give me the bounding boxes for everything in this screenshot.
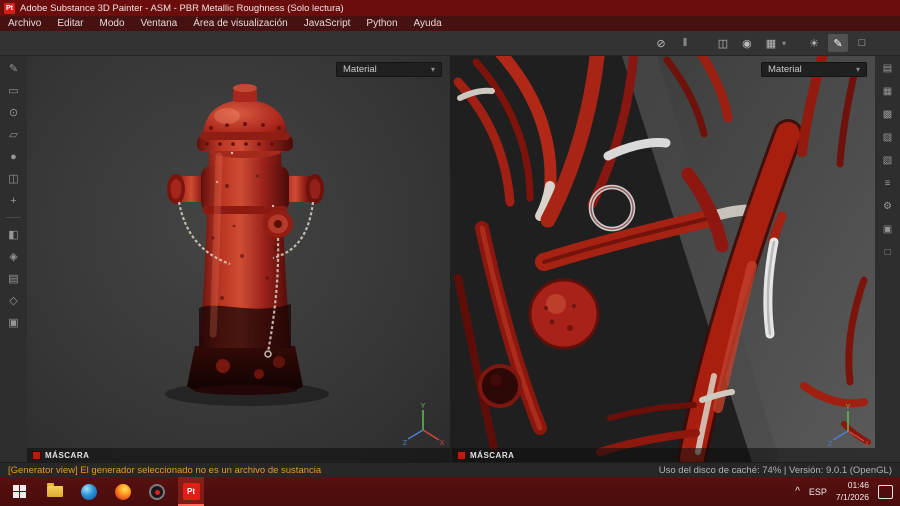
window-title: Adobe Substance 3D Painter - ASM - PBR M… [20, 2, 344, 14]
action-center-icon[interactable] [878, 484, 893, 499]
environment-light-icon[interactable]: ☀ [804, 34, 824, 52]
eraser-tool-icon[interactable]: ▭ [5, 82, 23, 99]
uv-islands-view [452, 56, 875, 462]
system-tray: ^ ESP 01:46 7/1/2026 [795, 480, 900, 502]
substance-painter-taskbar-icon[interactable]: Pt [178, 477, 204, 506]
texture-set-settings-icon[interactable]: ▩ [879, 106, 897, 123]
viewport-layout-icon[interactable]: ◫ [713, 34, 733, 52]
titlebar[interactable]: Pt Adobe Substance 3D Painter - ASM - PB… [0, 0, 900, 16]
mask-label: MÁSCARA [470, 450, 515, 460]
capture-icon[interactable]: □ [852, 34, 872, 52]
menu-javascript[interactable]: JavaScript [296, 16, 359, 31]
paint-brush-tool-icon[interactable]: ✎ [5, 60, 23, 77]
date-text: 7/1/2026 [835, 491, 869, 502]
log-panel-icon[interactable]: □ [879, 244, 897, 261]
edge-browser-icon[interactable] [76, 477, 102, 506]
export-panel-icon[interactable]: ▣ [5, 314, 23, 331]
chevron-down-icon: ▾ [855, 65, 860, 74]
firefox-icon[interactable] [110, 477, 136, 506]
app-logo-icon: Pt [4, 2, 15, 14]
tray-expand-icon[interactable]: ^ [795, 486, 800, 497]
mask-indicator-3d: MÁSCARA [27, 448, 450, 462]
material-dropdown-2d[interactable]: Material ▾ [761, 62, 867, 77]
menu-python[interactable]: Python [358, 16, 405, 31]
menu-ayuda[interactable]: Ayuda [406, 16, 450, 31]
language-indicator[interactable]: ESP [809, 487, 827, 497]
material-dropdown-3d[interactable]: Material ▾ [336, 62, 442, 77]
polygon-fill-tool-icon[interactable]: ▱ [5, 126, 23, 143]
axis-gizmo-2d: Y X Z [828, 404, 870, 447]
axis-y-label: Y [421, 403, 426, 410]
menu-editar[interactable]: Editar [49, 16, 91, 31]
chevron-down-icon: ▾ [430, 65, 435, 74]
menu-modo[interactable]: Modo [91, 16, 132, 31]
windows-taskbar: Pt ^ ESP 01:46 7/1/2026 [0, 477, 900, 506]
mask-indicator-2d: MÁSCARA [452, 448, 875, 462]
material-dropdown-label: Material [768, 64, 802, 75]
fire-hydrant-model [165, 84, 329, 406]
camera-view-icon[interactable]: ▦ [761, 34, 781, 52]
axis-y-label: Y [846, 404, 851, 411]
status-bar: [Generator view] El generador selecciona… [0, 462, 900, 477]
axis-x-label: X [440, 440, 445, 446]
pt-logo-icon: Pt [182, 483, 200, 500]
settings-gear-icon[interactable]: ⚙ [879, 198, 897, 215]
axis-gizmo-3d: Y X Z [403, 403, 445, 446]
properties-panel-icon[interactable]: ≡ [879, 175, 897, 192]
time-text: 01:46 [847, 480, 869, 491]
display-settings-icon[interactable]: ▧ [879, 152, 897, 169]
viewport-3d[interactable]: Material ▾ Y X Z MÁSCARA [27, 56, 452, 462]
menu-area-visualizacion[interactable]: Área de visualización [185, 16, 296, 31]
substance-painter-window: Pt Adobe Substance 3D Painter - ASM - PB… [0, 0, 900, 506]
axis-x-label: X [865, 441, 870, 447]
material-dropdown-label: Material [343, 64, 377, 75]
axis-z-label: Z [828, 441, 833, 447]
status-warning-message: [Generator view] El generador selecciona… [8, 464, 322, 476]
paint-mode-icon[interactable]: ✎ [828, 34, 848, 52]
smudge-tool-icon[interactable]: ● [5, 148, 23, 165]
chevron-down-icon[interactable]: ▾ [782, 39, 786, 48]
toggle-visibility-icon[interactable]: ⊘ [651, 34, 671, 52]
mask-channel-icon [32, 450, 41, 460]
cache-version-info: Uso del disco de caché: 74% | Versión: 9… [658, 464, 892, 476]
resources-panel-icon[interactable]: ◇ [5, 292, 23, 309]
viewport-toolbar: ⊘ ‖ ◫ ◉ ▦ ▾ ☀ ✎ □ [0, 31, 900, 56]
viewport-2d[interactable]: Material ▾ Y X Z MÁSCARA [452, 56, 875, 462]
pause-icon[interactable]: ‖ [675, 34, 695, 52]
shelf-panel-icon[interactable]: ▤ [5, 270, 23, 287]
tool-sidebar: ✎ ▭ ⊙ ▱ ● ◫ + ◧ ◈ ▤ ◇ ▣ [0, 56, 27, 462]
toolbar-group-display: ◫ ◉ ▦ ▾ [713, 34, 786, 52]
mask-channel-icon [457, 450, 466, 460]
clone-tool-icon[interactable]: ◫ [5, 170, 23, 187]
history-panel-icon[interactable]: ▣ [879, 221, 897, 238]
material-sphere-icon[interactable]: ◉ [737, 34, 757, 52]
clock[interactable]: 01:46 7/1/2026 [836, 480, 869, 502]
taskbar-apps: Pt [42, 477, 204, 506]
obs-icon[interactable] [144, 477, 170, 506]
menu-archivo[interactable]: Archivo [0, 16, 49, 31]
start-button[interactable] [0, 477, 38, 506]
menu-ventana[interactable]: Ventana [133, 16, 186, 31]
windows-logo-icon [12, 485, 26, 498]
toolbar-group-paint: ☀ ✎ □ [804, 34, 872, 52]
axis-z-label: Z [403, 440, 408, 446]
material-picker-tool-icon[interactable]: + [5, 192, 23, 209]
toolbar-separator [6, 217, 21, 218]
dock-panel-icon[interactable]: ◧ [5, 226, 23, 243]
dock-sidebar: ▤ ▦ ▩ ▨ ▧ ≡ ⚙ ▣ □ [875, 56, 900, 462]
texture-set-list-icon[interactable]: ▤ [879, 60, 897, 77]
menubar: Archivo Editar Modo Ventana Área de visu… [0, 16, 900, 31]
mask-label: MÁSCARA [45, 450, 90, 460]
assets-panel-icon[interactable]: ◈ [5, 248, 23, 265]
toolbar-group-view: ⊘ ‖ [651, 34, 695, 52]
projection-tool-icon[interactable]: ⊙ [5, 104, 23, 121]
file-explorer-icon[interactable] [42, 477, 68, 506]
shader-settings-icon[interactable]: ▨ [879, 129, 897, 146]
layers-panel-icon[interactable]: ▦ [879, 83, 897, 100]
